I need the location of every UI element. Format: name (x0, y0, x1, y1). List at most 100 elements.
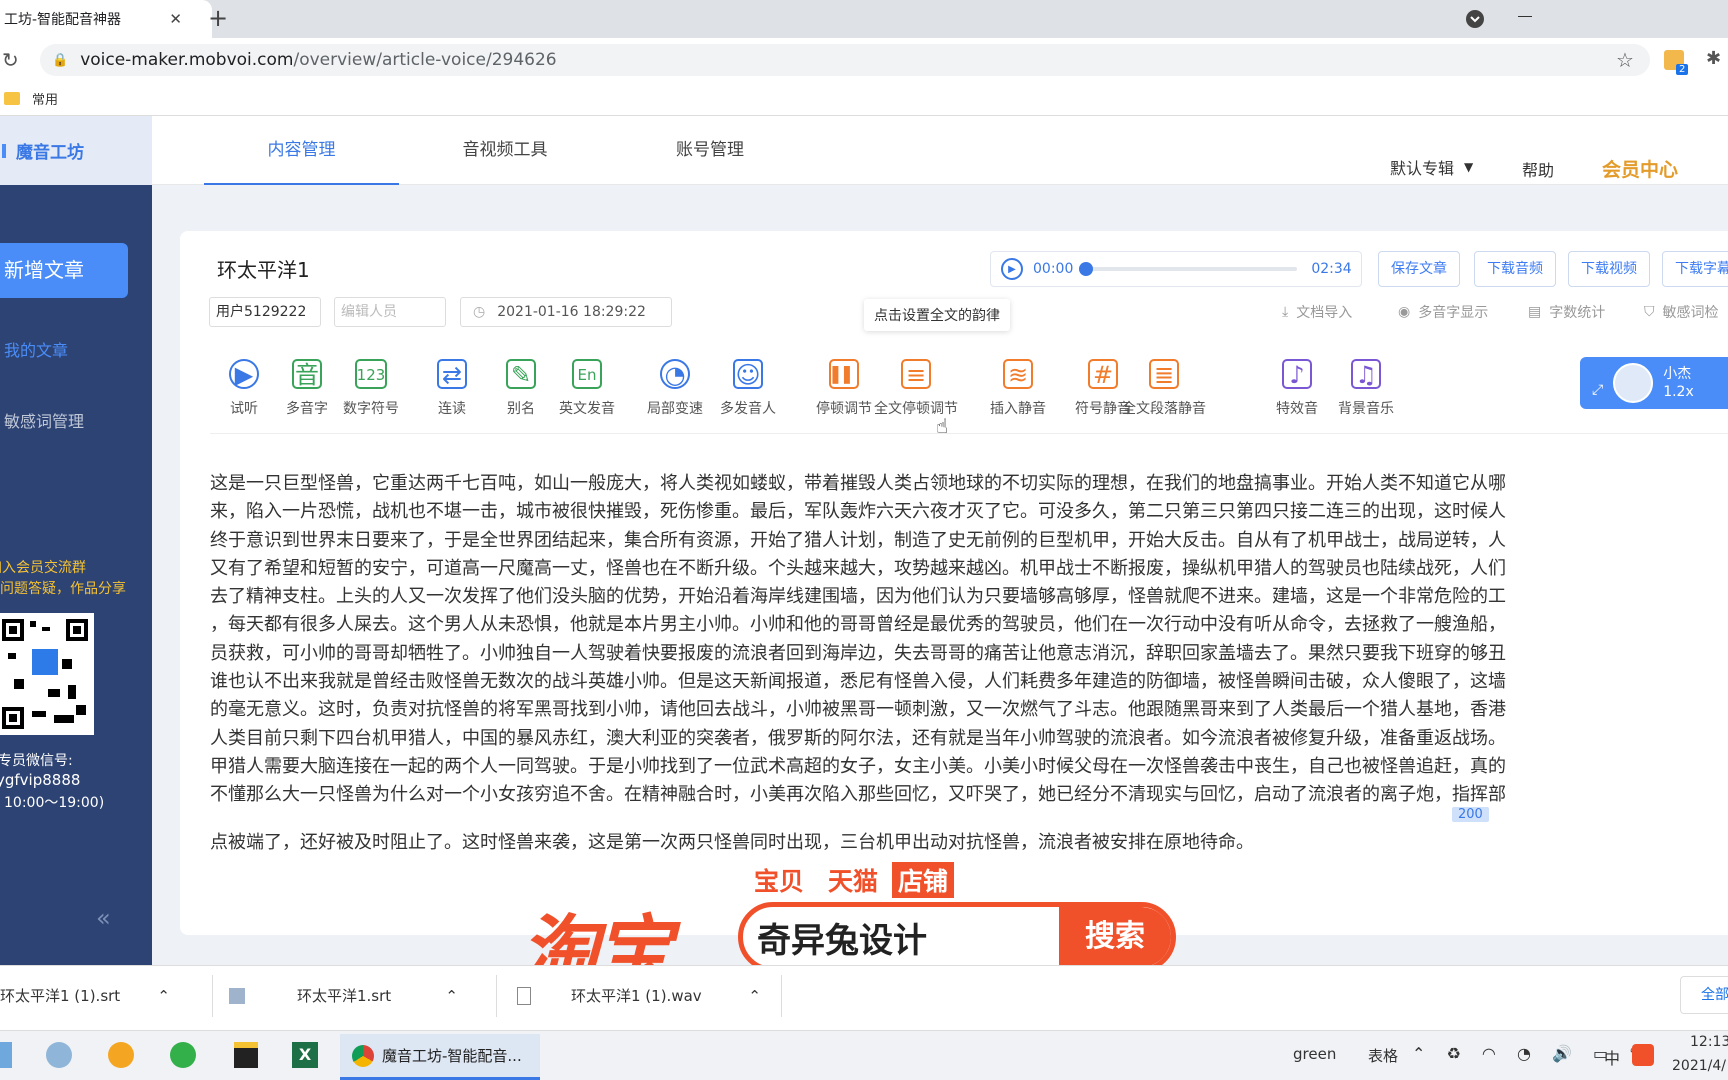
logo[interactable]: 魔音工坊 (0, 116, 152, 185)
sensitive-check-button[interactable]: ⛉ 敏感词检 (1644, 302, 1719, 322)
download-item-1[interactable]: 环太平洋1 (1).srt ⌃ (0, 975, 188, 1017)
tool-sfx[interactable]: ♪ 特效音 (1265, 356, 1329, 418)
ad-tabs: 宝贝 天猫 店铺 (754, 862, 955, 898)
doc-import-button[interactable]: ⤓ 文档导入 (1282, 302, 1352, 322)
taskbar-app-5[interactable] (234, 1042, 258, 1068)
download-audio-button[interactable]: 下载音频 (1474, 251, 1556, 287)
article-text[interactable]: 这是一只巨型怪兽，它重达两千七百吨，如山一般庞大，将人类视如蝼蚁，带着摧毁人类占… (210, 470, 1728, 810)
collapse-sidebar-icon[interactable]: « (96, 904, 111, 932)
chevron-up-icon[interactable]: ⌃ (445, 975, 458, 1017)
album-dropdown[interactable]: 默认专辑 ▼ (1390, 155, 1473, 179)
chevron-up-icon[interactable]: ⌃ (157, 975, 170, 1017)
tool-english[interactable]: En 英文发音 (547, 356, 627, 418)
article-line: ，每天都有很多人屎去。这个男人从未恐惧，他就是本片男主小帅。小帅和他的哥哥曾经是… (210, 614, 1506, 636)
tool-speed[interactable]: ◔ 局部变速 (636, 356, 714, 418)
editor-field[interactable]: 编辑人员 (334, 297, 446, 327)
reload-icon[interactable]: ↻ (2, 48, 19, 72)
taskbar-app-4[interactable] (170, 1042, 196, 1068)
tooltip: 点击设置全文的韵律 (864, 299, 1010, 331)
taskbar-app-2[interactable] (46, 1042, 72, 1068)
count-icon: ▤ (1528, 304, 1542, 320)
voice-selector[interactable]: ⤢ 小杰 1.2x (1580, 357, 1728, 409)
article-title[interactable]: 环太平洋1 (217, 254, 310, 283)
promo-line-1: 扫码加入会员交流群 (0, 560, 86, 576)
save-article-button[interactable]: 保存文章 (1378, 251, 1460, 287)
pause-badge[interactable]: 200 (1452, 807, 1489, 822)
tool-number[interactable]: 123 数字符号 (332, 356, 410, 418)
ad-tab-baby[interactable]: 宝贝 (754, 862, 804, 898)
full-pause-icon: ≡ (863, 356, 969, 392)
sogou-icon[interactable] (1632, 1044, 1654, 1066)
browser-tab[interactable]: 工坊-智能配音神器 ✕ (0, 0, 212, 38)
nav-tab-account[interactable]: 账号管理 (610, 116, 810, 185)
ad-search-query: 奇异兔设计 (757, 920, 927, 961)
caret-down-icon: ▼ (1464, 160, 1474, 174)
member-center-link[interactable]: 会员中心 (1602, 155, 1678, 182)
audio-file-icon (517, 987, 531, 1005)
tool-full-pause[interactable]: ≡ 全文停顿调节 (863, 356, 969, 418)
sidebar-item-sensitive[interactable]: 敏感词管理 (4, 408, 84, 432)
download-item-2[interactable]: 环太平洋1.srt ⌃ (212, 975, 472, 1017)
tool-bgm[interactable]: ♫ 背景音乐 (1326, 356, 1406, 418)
ad-search-box[interactable]: 奇异兔设计 搜索 (738, 902, 1176, 972)
download-name-3: 环太平洋1 (1).wav (571, 987, 702, 1005)
folder-icon (4, 92, 20, 105)
paragraph-silence-icon: ≣ (1111, 356, 1217, 392)
tool-speakers[interactable]: ☺ 多发音人 (706, 356, 790, 418)
article-line: 去了精神支柱。上头的人又一次发挥了他们没头脑的优势，开始沿着海岸线建围墙，因为他… (210, 586, 1506, 608)
tool-insert-silence[interactable]: ≋ 插入静音 (979, 356, 1057, 418)
tool-polyphone[interactable]: 音多音字 (275, 356, 339, 418)
download-video-button[interactable]: 下载视频 (1568, 251, 1650, 287)
download-item-3[interactable]: 环太平洋1 (1).wav ⌃ (496, 975, 782, 1017)
tool-link-read[interactable]: ⇄ 连读 (420, 356, 484, 418)
progress-track[interactable] (1079, 262, 1298, 276)
tab-close-icon[interactable]: ✕ (169, 10, 182, 28)
ime-indicator[interactable]: 中 (1604, 1045, 1620, 1069)
ad-tab-store[interactable]: 店铺 (892, 862, 955, 898)
sidebar-item-my-articles[interactable]: 我的文章 (4, 337, 68, 361)
nav-tab-tools[interactable]: 音视频工具 (405, 116, 605, 185)
date-field[interactable]: ◷ 2021-01-16 18:29:22 (460, 297, 672, 327)
chevron-up-icon[interactable]: ⌃ (748, 975, 761, 1017)
tool-alias[interactable]: ✎ 别名 (489, 356, 553, 418)
tool-play[interactable]: ▶ 试听 (212, 356, 276, 418)
taskbar-chrome-window[interactable]: 魔音工坊-智能配音... (340, 1034, 540, 1080)
minimize-icon[interactable] (1518, 16, 1532, 17)
player-time-start: 00:00 (1033, 261, 1074, 277)
ad-tab-tmall[interactable]: 天猫 (828, 862, 878, 898)
article-line: 谁也认不出来我就是曾经击败怪兽无数次的战斗英雄小帅。但是这天新闻报道，悉尼有怪兽… (210, 671, 1506, 693)
tool-label: 特效音 (1276, 401, 1318, 417)
taskbar-app-1[interactable] (0, 1042, 12, 1068)
ad-search-button[interactable]: 搜索 (1059, 907, 1171, 967)
bookmarks-bar: 常用 (0, 82, 1728, 116)
tray-text-green: green (1293, 1045, 1337, 1063)
article-line: 员获救，可小帅的哥哥却牺牲了。小帅独自一人驾驶着快要报废的流浪者回到海岸边，失去… (210, 642, 1506, 664)
bookmark-star-icon[interactable]: ☆ (1616, 48, 1634, 72)
article-last-line[interactable]: 点被端了，还好被及时阻止了。这时怪兽来袭，这是第一次两只怪兽同时出现，三台机甲出… (210, 828, 1254, 854)
eye-icon: ◉ (1398, 304, 1411, 320)
show-all-downloads[interactable]: 全部 (1680, 976, 1728, 1014)
polyphone-display-button[interactable]: ◉ 多音字显示 (1398, 302, 1488, 322)
help-link[interactable]: 帮助 (1522, 157, 1554, 181)
play-icon[interactable]: ▶ (1001, 258, 1023, 280)
taskbar-app-3[interactable] (108, 1042, 134, 1068)
word-count-button[interactable]: ▤ 字数统计 (1528, 302, 1605, 322)
progress-knob[interactable] (1079, 262, 1094, 276)
bookmark-folder[interactable]: 常用 (32, 89, 58, 108)
excel-icon[interactable]: X (292, 1042, 318, 1068)
address-bar[interactable]: 🔒 voice-maker.mobvoi.com /overview/artic… (40, 44, 1650, 76)
expand-icon: ⤢ (1592, 382, 1604, 398)
new-article-button[interactable]: 新增文章 (0, 243, 128, 298)
tool-paragraph-silence[interactable]: ≣ 全文段落静音 (1111, 356, 1217, 418)
nav-tab-content[interactable]: 内容管理 (204, 116, 399, 185)
article-line: 的毫无意义。这时，负责对抗怪兽的将军黑哥找到小帅，请他回去战斗，小帅被黑哥一顿刺… (210, 699, 1506, 721)
word-count-label: 字数统计 (1549, 305, 1606, 321)
new-tab-button[interactable]: + (208, 4, 228, 32)
wechat-label: 专员微信号: (0, 753, 73, 769)
author-field[interactable]: 用户5129222 (209, 297, 321, 327)
download-subtitle-button[interactable]: 下载字幕 (1662, 251, 1728, 287)
polyphone-icon: 音 (275, 356, 339, 392)
puzzle-icon[interactable]: ✱ (1706, 48, 1721, 69)
tab-search-icon[interactable] (1466, 10, 1484, 28)
tray-text-table: 表格 (1368, 1047, 1399, 1065)
